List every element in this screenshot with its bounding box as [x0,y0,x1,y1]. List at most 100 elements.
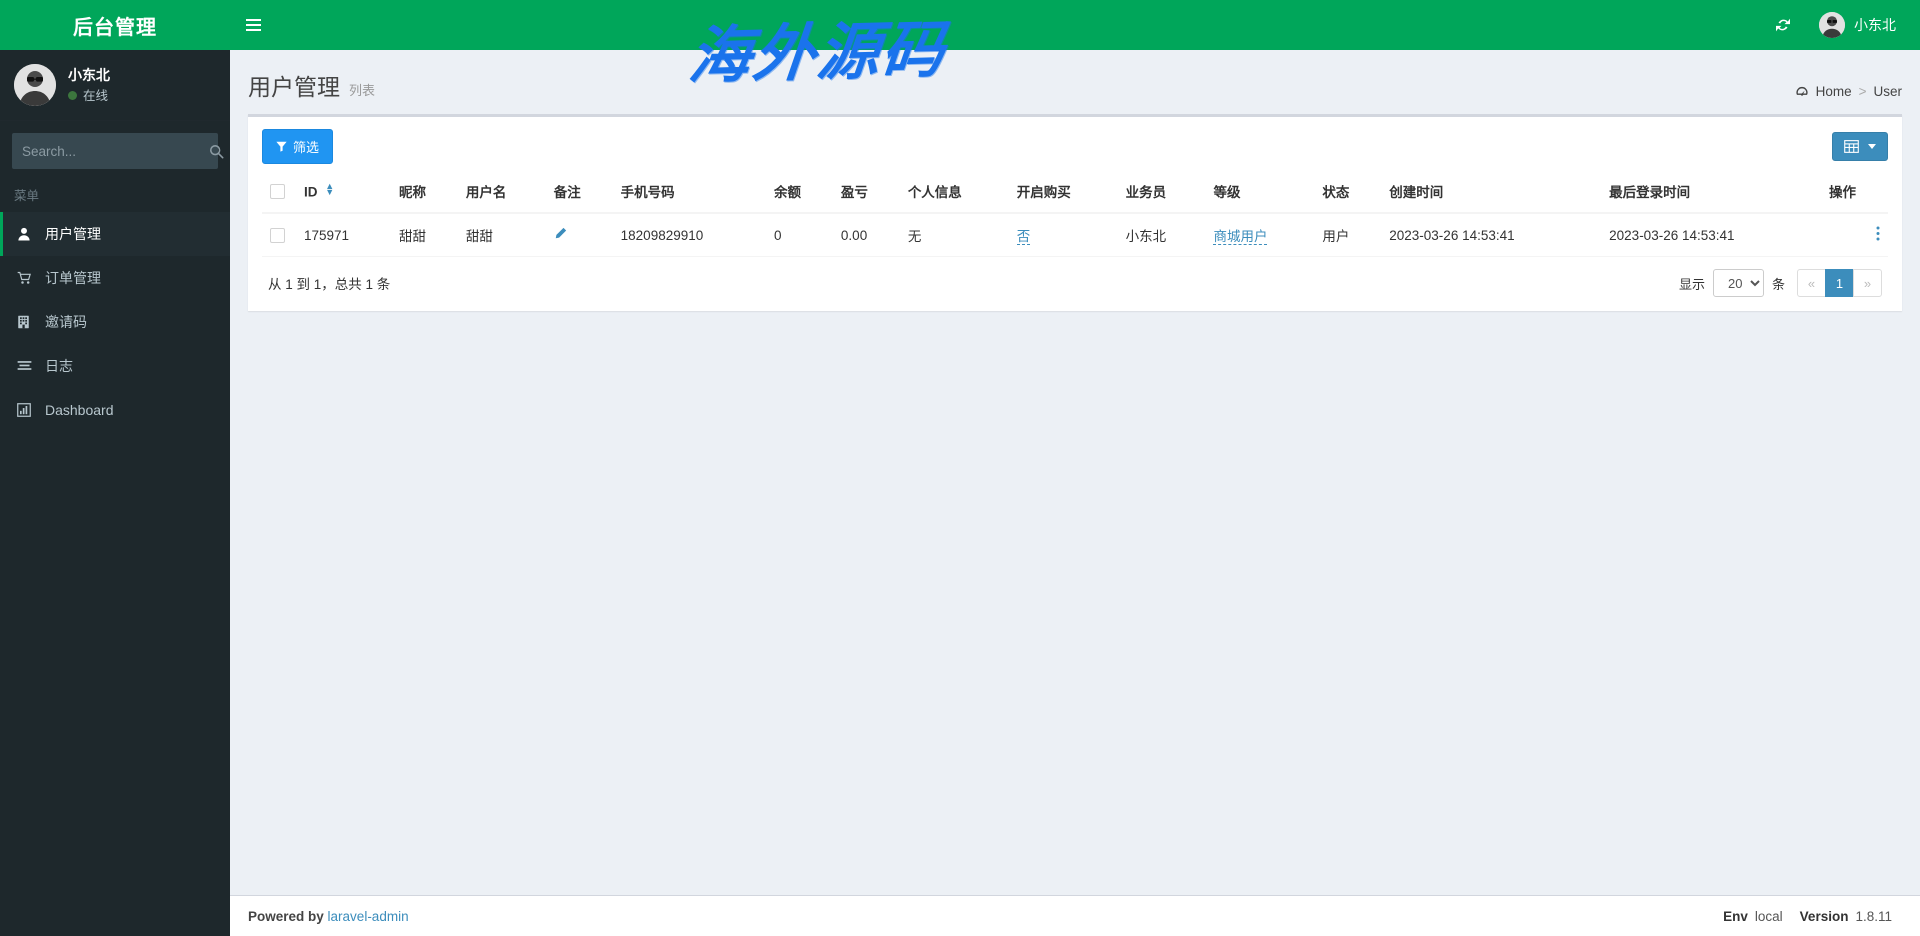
cell-nickname: 甜甜 [390,213,458,257]
laravel-admin-link[interactable]: laravel-admin [328,909,409,924]
column-label: ID [304,184,318,200]
pager: « 1 » [1797,269,1882,297]
sidebar: 后台管理 小东北 在线 菜单 [0,0,230,936]
cell-level: 商城用户 [1205,213,1315,257]
table-header-row: ID ▲ ▼ 昵称 用户名 备注 手机号码 余额 盈亏 个人信息 开启购买 业务员… [262,172,1888,214]
list-icon [17,360,39,373]
per-page-unit: 条 [1771,276,1785,292]
cell-created-at: 2023-03-26 14:53:41 [1381,213,1602,257]
funnel-icon [276,141,287,152]
sidebar-menu: 用户管理 订单管理 邀请码 日志 Dashboard [0,212,230,432]
column-header-balance: 余额 [766,172,833,214]
page-footer: Powered by laravel-admin Env local Versi… [230,895,1920,936]
select-all-header [262,172,296,214]
sidebar-item-invite-code[interactable]: 邀请码 [0,300,230,344]
table-head: ID ▲ ▼ 昵称 用户名 备注 手机号码 余额 盈亏 个人信息 开启购买 业务员… [262,172,1888,214]
per-page-select[interactable]: 20 [1712,269,1764,297]
column-header-id[interactable]: ID ▲ ▼ [296,172,391,214]
sidebar-item-orders[interactable]: 订单管理 [0,256,230,300]
footer-meta: Env local Version 1.8.11 [1723,909,1902,924]
brand-title: 后台管理 [0,0,230,50]
building-icon [17,315,39,329]
navbar-right: 小东北 [1761,0,1920,50]
env-value: local [1754,908,1783,924]
online-dot-icon [68,91,77,101]
column-header-personal-info: 个人信息 [899,172,1009,214]
column-header-status: 状态 [1314,172,1382,214]
buy-enabled-toggle[interactable]: 否 [1016,229,1031,245]
column-header-nickname: 昵称 [390,172,458,214]
search-icon[interactable] [209,133,224,169]
cell-balance: 0 [766,213,833,257]
table-footer: 从 1 到 1，总共 1 条 显示 20 条 « 1 » [248,257,1902,311]
sidebar-item-label: Dashboard [45,402,114,418]
sidebar-user-status: 在线 [68,88,110,105]
pagination-page-1[interactable]: 1 [1825,269,1854,297]
version-label: Version [1799,908,1849,924]
page-title: 用户管理 [248,74,340,100]
cell-id: 175971 [296,213,391,257]
cell-personal-info: 无 [899,213,1009,257]
sidebar-item-logs[interactable]: 日志 [0,344,230,388]
hamburger-icon[interactable] [230,0,276,50]
cell-last-login: 2023-03-26 14:53:41 [1601,213,1822,257]
powered-by: Powered by laravel-admin [248,909,409,924]
per-page-label: 显示 [1678,276,1705,292]
content-wrapper: 用户管理 列表 Home > User 筛选 ID ▲ ▼ 昵称 用户名 备注 … [230,50,1920,936]
column-header-level: 等级 [1205,172,1315,214]
env-label: Env [1723,908,1748,924]
sidebar-item-label: 订单管理 [45,270,101,286]
filter-button[interactable]: 筛选 [262,129,334,164]
cell-status: 用户 [1314,213,1382,257]
breadcrumb: Home > User [1795,84,1902,102]
table-row: 175971 甜甜 甜甜 18209829910 0 0.00 无 否 小东北 … [262,213,1888,257]
pagination-next[interactable]: » [1853,269,1882,297]
sidebar-item-label: 邀请码 [45,314,87,330]
user-list-box: 筛选 ID ▲ ▼ 昵称 用户名 备注 手机号码 余额 盈亏 个人信息 开启购买… [248,114,1902,311]
cell-action [1821,213,1888,257]
breadcrumb-home[interactable]: Home [1816,84,1852,99]
avatar [14,64,56,106]
cell-remark [545,213,613,257]
column-header-buy-enabled: 开启购买 [1008,172,1118,214]
pagination-prev[interactable]: « [1797,269,1826,297]
pagination-info: 从 1 到 1，总共 1 条 [268,277,391,292]
column-header-action: 操作 [1821,172,1888,214]
sidebar-item-users[interactable]: 用户管理 [0,212,230,256]
avatar [1819,12,1845,38]
navbar-user-menu[interactable]: 小东北 [1805,0,1902,50]
sidebar-item-dashboard[interactable]: Dashboard [0,388,230,432]
dashboard-icon [1795,85,1809,99]
box-toolbar: 筛选 [248,117,1902,172]
column-header-remark: 备注 [545,172,613,214]
navbar-user-name: 小东北 [1854,17,1896,33]
top-navbar: 小东北 [230,0,1920,50]
pencil-icon[interactable] [554,227,567,243]
sort-icon[interactable]: ▲ ▼ [325,181,334,197]
cell-username: 甜甜 [457,213,546,257]
column-header-profit: 盈亏 [832,172,900,214]
breadcrumb-current: User [1873,84,1902,99]
table-grid-icon [1844,140,1859,153]
search-input[interactable] [12,143,209,159]
row-checkbox[interactable] [270,227,285,243]
cell-profit: 0.00 [832,213,900,257]
column-header-phone: 手机号码 [612,172,767,214]
cell-salesman: 小东北 [1117,213,1206,257]
vertical-dots-icon[interactable] [1876,226,1880,244]
version-value: 1.8.11 [1855,908,1892,924]
level-editable[interactable]: 商城用户 [1213,229,1268,245]
sidebar-user-name: 小东北 [68,66,110,83]
select-all-checkbox[interactable] [270,183,285,199]
sidebar-search[interactable] [12,133,224,169]
refresh-icon[interactable] [1761,0,1805,50]
users-table: ID ▲ ▼ 昵称 用户名 备注 手机号码 余额 盈亏 个人信息 开启购买 业务员… [262,172,1888,257]
content-header: 用户管理 列表 Home > User [230,50,1920,114]
row-select-cell [262,213,296,257]
column-header-last-login: 最后登录时间 [1601,172,1822,214]
sidebar-item-label: 用户管理 [45,226,101,242]
column-header-salesman: 业务员 [1117,172,1206,214]
sidebar-item-label: 日志 [45,358,73,374]
breadcrumb-separator: > [1858,84,1867,99]
column-chooser-button[interactable] [1832,132,1888,161]
